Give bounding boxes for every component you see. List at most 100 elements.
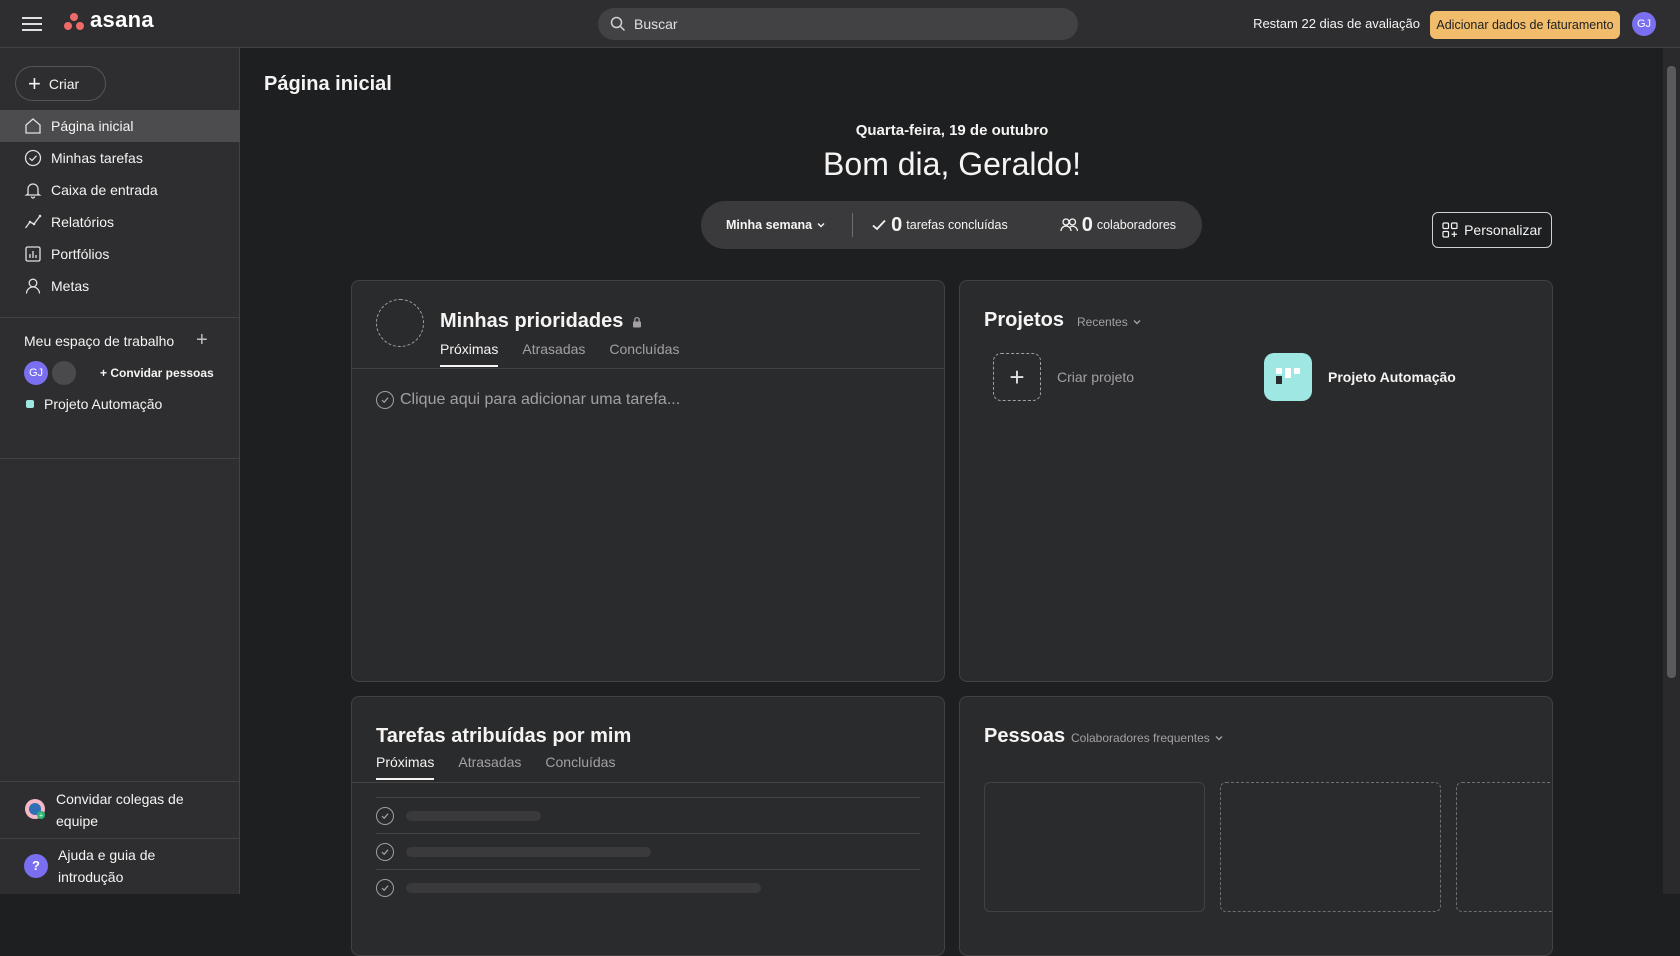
check-circle-icon xyxy=(376,391,394,409)
period-dropdown[interactable]: Minha semana xyxy=(726,218,826,232)
list-item xyxy=(376,833,920,869)
greeting: Bom dia, Geraldo! xyxy=(823,146,1081,182)
sidebar-divider xyxy=(0,781,240,782)
people-title[interactable]: Pessoas xyxy=(984,725,1065,748)
create-project-label: Criar projeto xyxy=(1057,369,1135,385)
sidebar-item-label: Página inicial xyxy=(51,118,134,134)
add-workspace-item-icon[interactable]: + xyxy=(196,329,208,352)
person-card-placeholder[interactable] xyxy=(1456,782,1552,912)
stats-separator xyxy=(852,213,854,237)
page-title: Página inicial xyxy=(264,73,392,95)
sidebar-item-label: Minhas tarefas xyxy=(51,150,143,166)
sidebar-item-inbox[interactable]: Caixa de entrada xyxy=(0,174,240,206)
top-bar: asana Buscar Restam 22 dias de avaliação… xyxy=(0,0,1680,48)
projects-title[interactable]: Projetos xyxy=(984,309,1064,332)
plus-icon: + xyxy=(100,366,111,380)
add-task-placeholder: Clique aqui para adicionar uma tarefa... xyxy=(400,391,681,408)
sidebar-item-label: Relatórios xyxy=(51,214,115,230)
chevron-down-icon xyxy=(817,223,825,228)
sidebar-divider xyxy=(0,838,240,839)
workspace-title[interactable]: Meu espaço de trabalho xyxy=(24,333,174,349)
chevron-down-icon xyxy=(1215,736,1223,741)
sidebar-item-reports[interactable]: Relatórios xyxy=(0,206,240,238)
tab-upcoming[interactable]: Próximas xyxy=(376,754,435,780)
workspace-member-avatar[interactable]: GJ xyxy=(24,361,48,385)
create-label: Criar xyxy=(48,75,80,92)
create-project-button[interactable]: + Criar projeto xyxy=(993,353,1134,401)
card-separator xyxy=(352,368,944,369)
projects-filter-label: Recentes xyxy=(1077,315,1128,329)
project-tile[interactable]: Projeto Automação xyxy=(1264,353,1456,401)
sidebar-item-label: Portfólios xyxy=(51,246,110,262)
people-filter-label: Colaboradores frequentes xyxy=(1071,731,1210,745)
collaborators-label: colaboradores xyxy=(1096,218,1177,232)
search-icon xyxy=(610,16,626,32)
sidebar-divider xyxy=(0,458,240,459)
asana-logo-icon xyxy=(64,13,84,31)
personalize-button[interactable]: Personalizar xyxy=(1432,212,1552,248)
sidebar-item-project[interactable]: Projeto Automação xyxy=(26,396,162,412)
tab-upcoming[interactable]: Próximas xyxy=(440,341,499,367)
sidebar: + Criar Página inicial Minhas tarefas Ca… xyxy=(0,48,240,894)
bar-chart-icon xyxy=(25,246,41,262)
people-filter-dropdown[interactable]: Colaboradores frequentes xyxy=(1071,731,1224,745)
check-circle-icon xyxy=(376,842,394,861)
priorities-title[interactable]: Minhas prioridades xyxy=(440,310,643,333)
assigned-tabs: Próximas Atrasadas Concluídas xyxy=(376,754,615,780)
plus-icon: + xyxy=(993,353,1041,401)
invite-gift-icon: + xyxy=(25,799,45,820)
user-avatar[interactable]: GJ xyxy=(1632,12,1656,36)
add-task-row[interactable]: Clique aqui para adicionar uma tarefa... xyxy=(376,391,680,409)
scrollbar[interactable] xyxy=(1663,48,1680,894)
asana-logo[interactable]: asana xyxy=(64,7,154,33)
tab-completed[interactable]: Concluídas xyxy=(545,754,615,780)
workspace-member-placeholder xyxy=(52,361,76,385)
project-board-icon xyxy=(1264,353,1312,401)
my-priorities-card: Minhas prioridades Próximas Atrasadas Co… xyxy=(351,280,945,682)
sidebar-item-portfolios[interactable]: Portfólios xyxy=(0,238,240,270)
invite-colleagues-button[interactable]: + Convidar colegas de equipe xyxy=(0,788,240,832)
sidebar-item-my-tasks[interactable]: Minhas tarefas xyxy=(0,142,240,174)
check-circle-icon xyxy=(376,806,394,825)
check-circle-icon xyxy=(24,149,42,167)
chart-line-icon xyxy=(24,214,42,229)
personalize-label: Personalizar xyxy=(1464,222,1542,238)
menu-icon[interactable] xyxy=(22,14,42,34)
loading-placeholder xyxy=(406,846,651,857)
invite-people-label: Convidar pessoas xyxy=(110,366,214,380)
help-icon: ? xyxy=(24,854,48,878)
person-card-placeholder[interactable] xyxy=(984,782,1205,912)
add-billing-button[interactable]: Adicionar dados de faturamento xyxy=(1430,11,1620,39)
sidebar-item-label: Metas xyxy=(51,278,90,294)
search-input[interactable]: Buscar xyxy=(598,8,1078,40)
date-label: Quarta-feira, 19 de outubro xyxy=(855,122,1049,139)
tasks-completed-count: 0 xyxy=(891,213,903,236)
list-item xyxy=(376,797,920,833)
assigned-tasks-card: Tarefas atribuídas por mim Próximas Atra… xyxy=(351,696,945,956)
invite-people-button[interactable]: + Convidar pessoas xyxy=(100,366,214,380)
tasks-completed-label: tarefas concluídas xyxy=(906,218,1008,232)
tab-completed[interactable]: Concluídas xyxy=(609,341,679,367)
lock-icon xyxy=(633,316,642,327)
tab-overdue[interactable]: Atrasadas xyxy=(458,754,521,780)
scrollbar-thumb[interactable] xyxy=(1667,66,1676,678)
search-placeholder: Buscar xyxy=(634,16,678,32)
project-name: Projeto Automação xyxy=(1328,369,1456,385)
create-button[interactable]: + Criar xyxy=(15,66,106,101)
period-label: Minha semana xyxy=(726,218,813,232)
person-card-placeholder[interactable] xyxy=(1220,782,1441,912)
priorities-avatar-placeholder[interactable] xyxy=(376,299,424,347)
priorities-tabs: Próximas Atrasadas Concluídas xyxy=(440,341,679,367)
person-icon xyxy=(25,278,41,294)
projects-filter-dropdown[interactable]: Recentes xyxy=(1077,315,1142,329)
sidebar-item-goals[interactable]: Metas xyxy=(0,270,240,302)
stats-bar: Minha semana 0 tarefas concluídas 0 cola… xyxy=(701,201,1202,249)
main-content: Página inicial Quarta-feira, 19 de outub… xyxy=(241,48,1663,956)
sidebar-item-home[interactable]: Página inicial xyxy=(0,110,240,142)
help-button[interactable]: ? Ajuda e guia de introdução xyxy=(0,844,240,888)
project-label: Projeto Automação xyxy=(44,396,163,412)
people-card: Pessoas Colaboradores frequentes xyxy=(959,696,1553,956)
assigned-title[interactable]: Tarefas atribuídas por mim xyxy=(376,725,631,748)
priorities-title-text: Minhas prioridades xyxy=(440,310,624,332)
tab-overdue[interactable]: Atrasadas xyxy=(522,341,585,367)
